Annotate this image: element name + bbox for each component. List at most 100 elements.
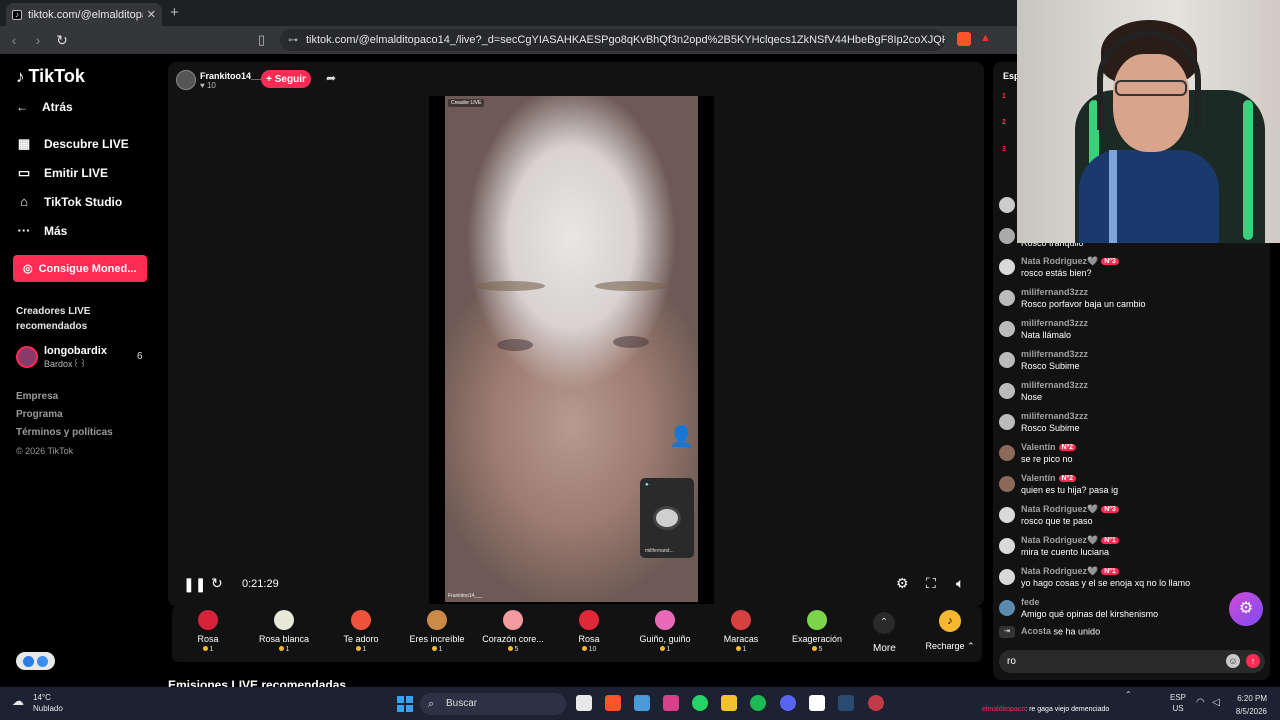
gift-item[interactable]: Rosa 10 (551, 608, 627, 660)
gift-item[interactable]: Te adoro 1 (323, 608, 399, 660)
chat-avatar[interactable] (999, 538, 1015, 554)
gift-price-value: 1 (285, 646, 290, 653)
gift-item[interactable]: Guiño, guiño 1 (627, 608, 703, 660)
host-avatar[interactable] (176, 70, 196, 90)
brave-browser-icon[interactable] (605, 695, 621, 711)
chat-avatar[interactable] (999, 259, 1015, 275)
more-gifts-button[interactable]: More (873, 643, 896, 654)
joined-user[interactable]: Acosta (1021, 626, 1051, 636)
chat-avatar[interactable] (999, 476, 1015, 492)
gift-item[interactable]: Eres increíble 1 (399, 608, 475, 660)
back-arrow-icon[interactable]: ‹ (4, 32, 24, 48)
coin-icon (355, 646, 361, 651)
file-explorer-icon[interactable] (576, 695, 592, 711)
back-button[interactable]: ← Atrás (16, 100, 73, 114)
volume-icon[interactable]: 🔈︎ (956, 575, 964, 592)
footer-link-program[interactable]: Programa (16, 406, 113, 424)
language-indicator[interactable]: ESP US (1170, 692, 1186, 714)
settings-gear-icon[interactable]: ⚙ (1229, 592, 1263, 626)
chat-username[interactable]: Valentín (1021, 442, 1056, 452)
footer-link-terms[interactable]: Términos y políticas (16, 424, 113, 442)
spotify-icon[interactable] (750, 695, 766, 711)
whatsapp-icon[interactable] (692, 695, 708, 711)
browser-tab[interactable]: ♪ tiktok.com/@elmalditopaco1 ✕ (6, 3, 162, 26)
chat-username[interactable]: milifernand3zzz (1021, 380, 1088, 390)
chat-avatar[interactable] (999, 414, 1015, 430)
notion-icon[interactable] (809, 695, 825, 711)
discord-icon[interactable] (780, 695, 796, 711)
obs-icon[interactable] (868, 695, 884, 711)
chat-username[interactable]: fede (1021, 597, 1040, 607)
chevron-up-icon[interactable]: ⌃ (1125, 690, 1132, 699)
gift-item[interactable]: Corazón core... 5 (475, 608, 551, 660)
chat-username[interactable]: Nata Rodriguez🩶 (1021, 504, 1098, 514)
gift-price-value: 1 (209, 646, 214, 653)
gift-item[interactable]: Exageración 5 (779, 608, 855, 660)
follow-button[interactable]: + Seguir (261, 70, 311, 88)
chat-avatar[interactable] (999, 507, 1015, 523)
pause-icon[interactable]: ❚❚ (183, 576, 206, 593)
gift-item[interactable]: Rosa blanca 1 (246, 608, 322, 660)
chat-username[interactable]: milifernand3zzz (1021, 287, 1088, 297)
system-tray[interactable]: ⌃ (1125, 690, 1132, 699)
steam-icon[interactable] (838, 695, 854, 711)
send-icon[interactable]: ↑ (1246, 654, 1260, 668)
close-icon[interactable]: ✕ (147, 8, 156, 21)
chat-avatar[interactable] (999, 600, 1015, 616)
host-name[interactable]: Frankitoo14___ (200, 71, 266, 81)
chat-avatar[interactable] (999, 569, 1015, 585)
chat-avatar[interactable] (999, 352, 1015, 368)
new-tab-button[interactable]: + (170, 4, 179, 21)
chevron-up-icon[interactable]: ⌃ (873, 612, 895, 634)
footer-link-company[interactable]: Empresa (16, 388, 113, 406)
wifi-icon[interactable]: ◠ (1196, 697, 1205, 708)
volume-icon[interactable]: ◁ (1212, 697, 1220, 708)
nav-discover-live[interactable]: ▦ Descubre LIVE (16, 136, 129, 152)
instagram-icon[interactable] (663, 695, 679, 711)
site-info-icon[interactable]: ⊶ (288, 35, 298, 46)
tiktok-logo[interactable]: ♪ TikTok (16, 66, 85, 87)
recommended-creator[interactable]: longobardix Bardox꒰꒱ 6 (16, 344, 146, 370)
chat-username[interactable]: milifernand3zzz (1021, 411, 1088, 421)
guest-pip[interactable]: ●· milifernand... (640, 478, 694, 558)
fullscreen-icon[interactable]: ⛶ (926, 575, 936, 592)
gift-price: 1 (170, 646, 246, 653)
chat-username[interactable]: Nata Rodriguez🩶 (1021, 256, 1098, 266)
nav-label: TikTok Studio (44, 194, 123, 209)
video-tag: Creador LIVE (448, 99, 485, 107)
taskbar-search[interactable]: ⌕ Buscar (420, 693, 566, 715)
gift-item[interactable]: Rosa 1 (170, 608, 246, 660)
bookmark-icon[interactable]: ▯ (258, 32, 265, 48)
emoji-icon[interactable]: ☺ (1226, 654, 1240, 668)
nav-go-live[interactable]: ▭ Emitir LIVE (16, 165, 108, 181)
recommended-creators-title: Creadores LIVE recomendados (16, 306, 91, 332)
system-clock[interactable]: 6:20 PM 8/5/2026 (1229, 692, 1267, 718)
chat-username[interactable]: Valentín (1021, 473, 1056, 483)
chat-username[interactable]: Nata Rodriguez🩶 (1021, 566, 1098, 576)
nav-more[interactable]: ··· Más (16, 223, 68, 238)
recharge-button[interactable]: ♪ Recharge ⌃ (922, 608, 978, 652)
refresh-icon[interactable]: ↻ (211, 575, 223, 592)
host-info[interactable]: Frankitoo14___ ♥ 10 (176, 68, 266, 92)
rewards-icon[interactable]: ▲ (980, 32, 994, 46)
share-icon[interactable]: ➦ (326, 71, 336, 85)
floating-extension-button[interactable] (16, 652, 55, 670)
start-button[interactable] (397, 696, 413, 712)
folder-icon[interactable] (721, 695, 737, 711)
chat-avatar[interactable] (999, 290, 1015, 306)
chat-username[interactable]: milifernand3zzz (1021, 318, 1088, 328)
chat-avatar[interactable] (999, 383, 1015, 399)
chat-avatar[interactable] (999, 445, 1015, 461)
address-bar[interactable]: ⊶ tiktok.com/@elmalditopaco14_/live?_d=s… (280, 29, 945, 51)
chat-avatar[interactable] (999, 321, 1015, 337)
chat-username[interactable]: milifernand3zzz (1021, 349, 1088, 359)
chat-username[interactable]: Nata Rodriguez🩶 (1021, 535, 1098, 545)
nav-tiktok-studio[interactable]: ⌂ TikTok Studio (16, 194, 122, 209)
store-icon[interactable] (634, 695, 650, 711)
gift-item[interactable]: Maracas 1 (703, 608, 779, 660)
settings-gear-icon[interactable]: ⚙ (896, 575, 909, 592)
brave-shield-icon[interactable] (957, 32, 971, 46)
reload-icon[interactable]: ↻ (52, 32, 72, 49)
forward-arrow-icon[interactable]: › (28, 32, 48, 48)
get-coins-button[interactable]: ◎ Consigue Moned... (13, 255, 147, 282)
